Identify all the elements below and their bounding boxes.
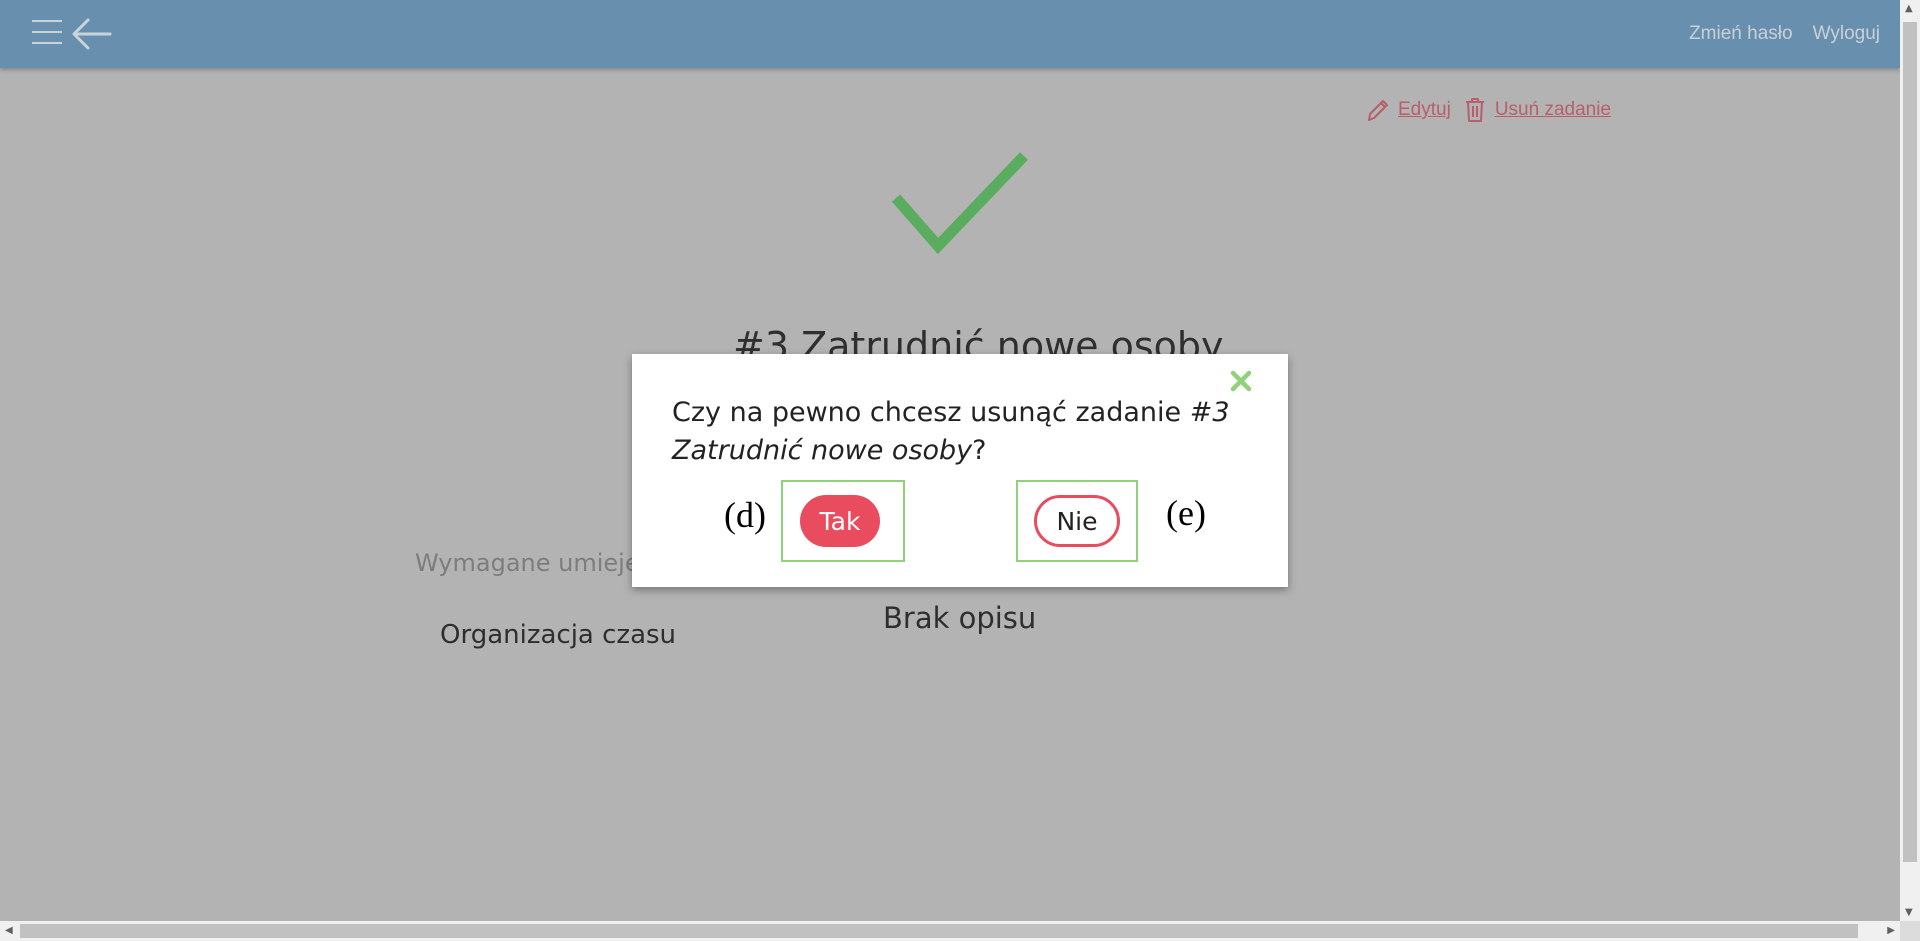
question-prefix: Czy na pewno chcesz usunąć zadanie [672,397,1190,428]
top-navbar: Zmień hasło Wyloguj [0,0,1900,68]
edit-link[interactable]: Edytuj [1398,99,1451,121]
annotation-d: (d) [724,495,766,535]
trash-icon [1465,98,1484,122]
edit-action[interactable]: Edytuj [1366,97,1451,123]
hamburger-icon[interactable] [32,18,64,46]
dialog-question: Czy na pewno chcesz usunąć zadanie #3 Za… [672,394,1242,470]
close-icon[interactable] [1230,370,1252,392]
scrollbar-corner [1900,921,1920,941]
delete-confirm-dialog: Czy na pewno chcesz usunąć zadanie #3 Za… [632,354,1288,587]
checkmark-icon [891,152,1028,255]
no-button[interactable]: Nie [1034,495,1120,547]
annotation-e: (e) [1166,493,1206,533]
question-suffix: ? [972,435,987,466]
scroll-left-arrow-icon[interactable]: ◀ [5,925,13,936]
pencil-icon [1368,100,1388,121]
skill-item: Organizacja czasu [440,620,677,650]
delete-action[interactable]: Usuń zadanie [1463,97,1611,123]
logout-link[interactable]: Wyloguj [1813,23,1880,45]
vertical-scroll-thumb[interactable] [1903,22,1917,862]
yes-button[interactable]: Tak [800,495,880,547]
horizontal-scroll-thumb[interactable] [20,924,1858,938]
delete-task-link[interactable]: Usuń zadanie [1495,99,1611,121]
change-password-link[interactable]: Zmień hasło [1689,23,1793,45]
horizontal-scrollbar[interactable]: ◀ ▶ [0,921,1920,941]
arrow-left-icon[interactable] [70,16,112,52]
task-description: Brak opisu [883,601,1037,635]
scroll-down-arrow-icon[interactable]: ▼ [1905,907,1913,918]
task-actions: Edytuj Usuń zadanie [1366,97,1611,123]
vertical-scrollbar[interactable]: ▲ ▼ [1900,0,1920,921]
scroll-up-arrow-icon[interactable]: ▲ [1905,3,1913,14]
scroll-right-arrow-icon[interactable]: ▶ [1887,925,1895,936]
